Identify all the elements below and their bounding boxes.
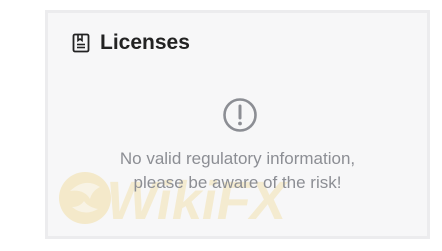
section-title: Licenses <box>100 31 190 54</box>
card-header: Licenses <box>72 31 190 55</box>
exclamation-circle-icon <box>222 97 258 133</box>
message-line-1: No valid regulatory information, <box>119 149 356 168</box>
licenses-card: WikiFX Licenses No valid regulatory info… <box>45 10 430 239</box>
empty-state-message: No valid regulatory information, please … <box>48 147 427 195</box>
message-line-2: please be aware of the risk! <box>133 173 342 192</box>
license-document-icon <box>72 33 90 53</box>
